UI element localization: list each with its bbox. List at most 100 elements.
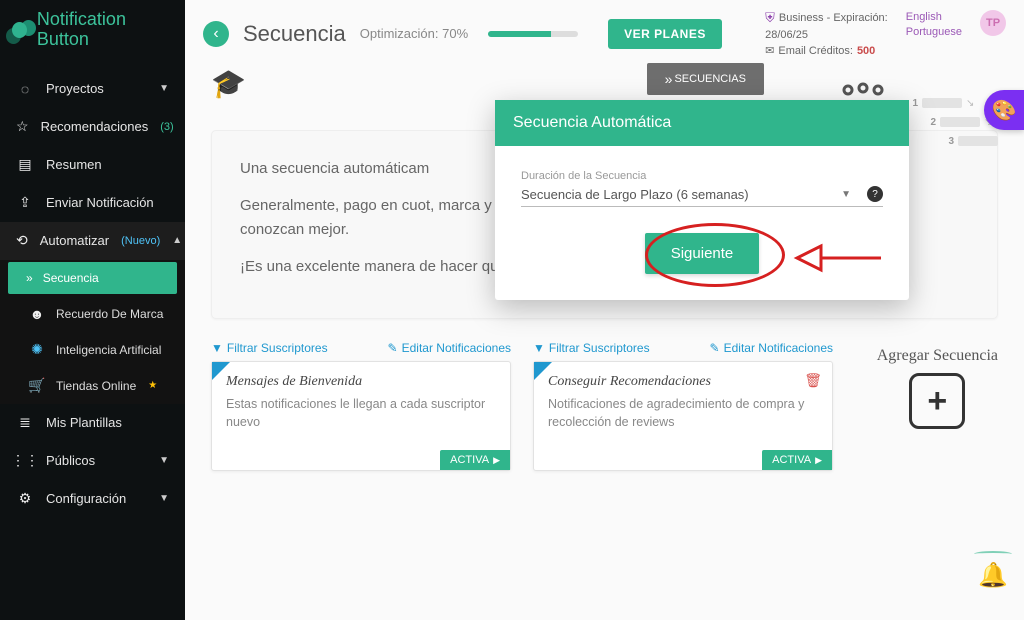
duration-value: Secuencia de Largo Plazo (6 semanas) [521,187,833,202]
brand-logo: Notification Button [0,0,185,60]
lang-portuguese[interactable]: Portuguese [906,25,962,40]
modal-title: Secuencia Automática [495,100,909,146]
double-chevron-icon: » [665,71,669,87]
nav-label: Configuración [46,491,126,506]
nav-label: Mis Plantillas [46,415,122,430]
cart-icon: 🛒 [28,377,46,395]
add-sequence-label: Agregar Secuencia [877,347,998,365]
chevron-down-icon: ▼ [841,189,851,200]
nav: ◌ Proyectos ▼ ☆ Recomendaciones (3) ▤ Re… [0,60,185,518]
sequence-col-b: ▼Filtrar Suscriptores ✎Editar Notificaci… [533,341,833,471]
notification-bell-icon[interactable]: 🔔 [978,561,1008,590]
chevron-down-icon: ▼ [159,493,169,504]
nav-enviar[interactable]: ⇪ Enviar Notificación [0,184,185,222]
new-badge: (Nuevo) [121,235,160,247]
plan-line: Business - Expiración: [779,12,888,24]
subnav-label: Tiendas Online [56,379,136,393]
edit-notifications-link[interactable]: ✎Editar Notificaciones [710,341,833,355]
nav-plantillas[interactable]: ≣ Mis Plantillas [0,404,185,442]
brand-dot-icon [12,22,27,38]
filter-subscribers-link[interactable]: ▼Filtrar Suscriptores [533,341,650,355]
nav-proyectos[interactable]: ◌ Proyectos ▼ [0,70,185,108]
nav-label: Automatizar [40,233,109,248]
plan-info: ⛨ Business - Expiración: 28/06/25 ✉ Email … [765,10,888,57]
nav-label: Públicos [46,453,95,468]
filter-icon: ▼ [211,341,223,355]
card-status[interactable]: ACTIVA [440,450,510,470]
add-sequence-button[interactable]: + [909,373,965,429]
mail-icon: ✉ [765,44,774,57]
page-title: Secuencia [243,21,346,47]
card-title: Mensajes de Bienvenida [226,374,496,390]
sequence-card-recommend[interactable]: 🗑 Conseguir Recomendaciones Notificacion… [533,361,833,471]
secuencias-pill[interactable]: » SECUENCIAS [647,63,764,95]
chevron-down-icon: ▼ [159,455,169,466]
sequence-card-welcome[interactable]: Mensajes de Bienvenida Estas notificacio… [211,361,511,471]
back-button[interactable]: ‹ [203,21,229,47]
next-button[interactable]: Siguiente [645,233,760,274]
add-sequence: Agregar Secuencia + [877,341,998,429]
atom-icon: ⟲ [16,232,28,250]
language-switch: English Portuguese [906,10,962,41]
nav-label: Enviar Notificación [46,195,154,210]
subnav-label: Secuencia [43,271,99,285]
card-desc: Notificaciones de agradecimiento de comp… [548,396,818,431]
topbar: ‹ Secuencia Optimización: 70% VER PLANES… [185,0,1024,67]
card-title: Conseguir Recomendaciones [548,374,818,390]
theme-palette-button[interactable]: 🎨 [984,90,1024,130]
double-chevron-icon: » [26,271,33,285]
main-area: ‹ Secuencia Optimización: 70% VER PLANES… [185,0,1024,620]
optimization-label: Optimización: 70% [360,26,468,41]
subnav-secuencia[interactable]: » Secuencia [8,262,177,294]
card-corner-icon [212,362,230,380]
nav-publicos[interactable]: ⋮⋮ Públicos ▼ [0,442,185,480]
shield-icon: ⛨ [765,10,775,26]
layers-icon: ≣ [16,414,34,432]
globe-icon: ◌ [16,80,34,98]
sequence-row: ▼Filtrar Suscriptores ✎Editar Notificaci… [185,319,1024,493]
subnav-label: Recuerdo De Marca [56,307,163,321]
subnav-recuerdo[interactable]: ☻ Recuerdo De Marca [0,296,185,332]
nav-config[interactable]: ⚙ Configuración ▼ [0,480,185,518]
subnav-ia[interactable]: ✺ Inteligencia Artificial [0,332,185,368]
nav-label: Proyectos [46,81,104,96]
nav-recomendaciones[interactable]: ☆ Recomendaciones (3) [0,108,185,146]
duration-label: Duración de la Secuencia [521,170,883,182]
card-corner-icon [534,362,552,380]
nav-automatizar-submenu: » Secuencia ☻ Recuerdo De Marca ✺ Inteli… [0,260,185,404]
people-icon: ⋮⋮ [16,452,34,470]
avatar[interactable]: TP [980,10,1006,36]
nav-label: Resumen [46,157,102,172]
person-icon: ☻ [28,305,46,323]
card-desc: Estas notificaciones le llegan a cada su… [226,396,496,431]
gear-icon: ⚙ [16,490,34,508]
filter-icon: ▼ [533,341,545,355]
lang-english[interactable]: English [906,10,962,25]
subnav-label: Inteligencia Artificial [56,343,161,357]
nav-resumen[interactable]: ▤ Resumen [0,146,185,184]
chevron-down-icon: ▼ [159,83,169,94]
nav-label: Recomendaciones [41,119,149,134]
star-icon: ☆ [16,118,29,136]
help-icon[interactable]: ? [867,186,883,202]
card-status[interactable]: ACTIVA [762,450,832,470]
graduation-icon: 🎓 [211,67,246,100]
auto-sequence-modal: Secuencia Automática Duración de la Secu… [495,100,909,300]
brand-name: Notification Button [37,10,173,50]
credits-value: 500 [857,45,875,57]
sidebar: Notification Button ◌ Proyectos ▼ ☆ Reco… [0,0,185,620]
filter-subscribers-link[interactable]: ▼Filtrar Suscriptores [211,341,328,355]
ver-planes-button[interactable]: VER PLANES [608,19,722,49]
subnav-tiendas[interactable]: 🛒 Tiendas Online ★ [0,368,185,404]
share-icon: ⇪ [16,194,34,212]
delete-card-button[interactable]: 🗑 [804,372,822,389]
duration-select[interactable]: Secuencia de Largo Plazo (6 semanas) ▼ ? [521,186,883,207]
chart-icon: ▤ [16,156,34,174]
plan-date: 28/06/25 [765,29,808,41]
credits-label: Email Créditos: [778,45,853,57]
modal-body: Duración de la Secuencia Secuencia de La… [495,146,909,300]
edit-notifications-link[interactable]: ✎Editar Notificaciones [388,341,511,355]
pill-label: SECUENCIAS [674,73,746,85]
nav-automatizar[interactable]: ⟲ Automatizar (Nuevo) ▲ [0,222,185,260]
edit-icon: ✎ [710,341,720,355]
